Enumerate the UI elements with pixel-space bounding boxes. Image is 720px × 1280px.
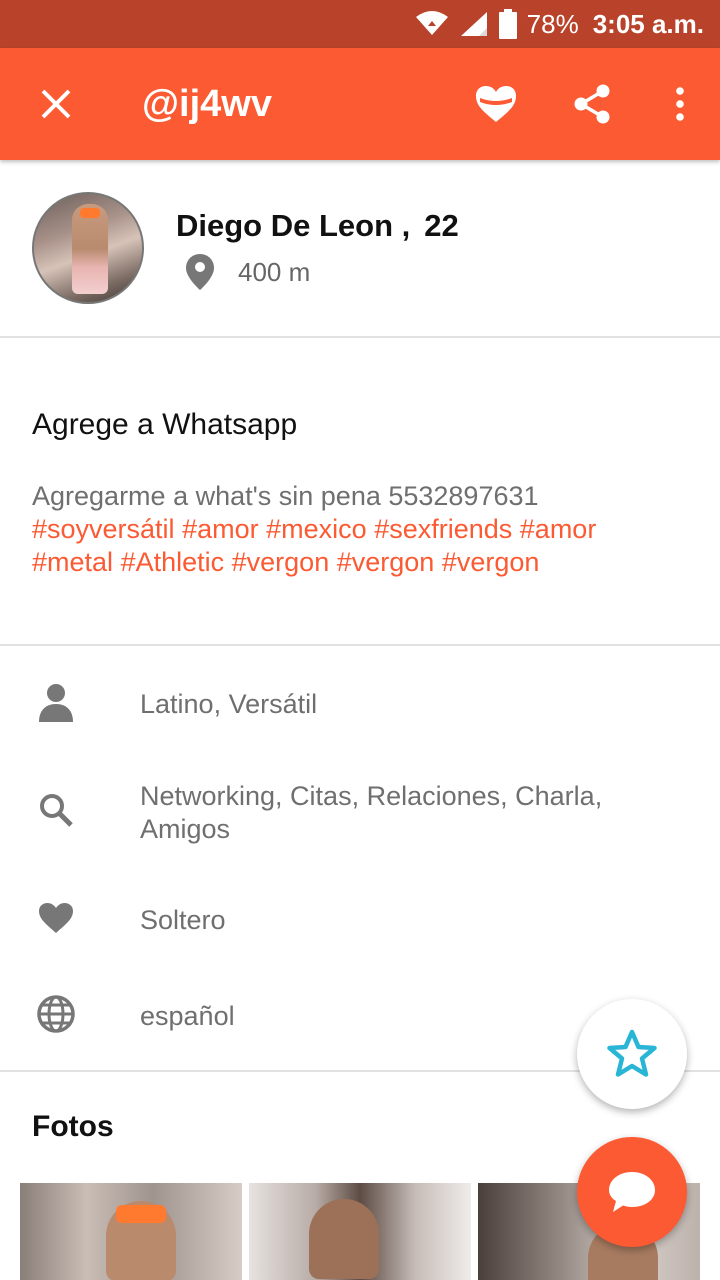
detail-relationship: Soltero: [140, 905, 226, 935]
hashtag[interactable]: #sexfriends: [374, 514, 512, 544]
profile-name-line: Diego De Leon , 22: [176, 208, 459, 244]
more-options-button[interactable]: [640, 48, 720, 160]
bio-section: Agrege a Whatsapp Agregarme a what's sin…: [0, 338, 720, 646]
like-button[interactable]: [448, 48, 544, 160]
distance-value: 400 m: [238, 256, 311, 287]
battery-icon: [498, 9, 517, 39]
more-vert-icon: [676, 87, 684, 121]
hashtag[interactable]: #metal: [32, 547, 113, 577]
clock: 3:05 a.m.: [592, 8, 704, 39]
avatar-filter: [80, 208, 100, 218]
hashtag[interactable]: #amor: [182, 514, 259, 544]
page-title: @ij4wv: [142, 82, 272, 125]
profile-header: Diego De Leon , 22 400 m: [0, 160, 720, 338]
close-button[interactable]: [0, 48, 112, 160]
chat-button[interactable]: [577, 1137, 687, 1247]
detail-identity: Latino, Versátil: [140, 689, 318, 719]
hashtag[interactable]: #vergon: [232, 547, 330, 577]
star-icon: [607, 1029, 657, 1077]
detail-looking-for: Networking, Citas, Relaciones, Charla, A…: [140, 781, 603, 844]
location-pin-icon: [186, 254, 214, 290]
status-bar: 78% 3:05 a.m.: [0, 0, 720, 48]
bio-text: Agregarme a what's sin pena 5532897631 #…: [32, 480, 672, 579]
bio-body: Agregarme a what's sin pena 5532897631: [32, 481, 539, 511]
photo-thumbnail[interactable]: [20, 1183, 242, 1280]
photo-thumbnail[interactable]: [249, 1183, 471, 1280]
distance-line: 400 m: [186, 254, 310, 290]
profile-age: 22: [424, 208, 459, 243]
heart-icon: [34, 896, 78, 940]
bio-title: Agrege a Whatsapp: [32, 408, 298, 441]
hashtag[interactable]: #Athletic: [121, 547, 225, 577]
globe-icon: [34, 992, 78, 1036]
battery-level: 78%: [526, 8, 579, 39]
avatar[interactable]: [32, 192, 144, 304]
share-icon: [574, 84, 610, 124]
toolbar: @ij4wv: [0, 48, 720, 160]
favorite-button[interactable]: [577, 999, 687, 1109]
hashtag[interactable]: #amor: [520, 514, 597, 544]
hashtag[interactable]: #soyversátil: [32, 514, 175, 544]
profile-name: Diego De Leon ,: [176, 208, 411, 243]
close-icon: [41, 89, 71, 119]
hashtag[interactable]: #mexico: [266, 514, 367, 544]
hashtag[interactable]: #vergon: [337, 547, 435, 577]
photos-title: Fotos: [32, 1110, 114, 1143]
wifi-icon: [415, 11, 449, 37]
hashtag[interactable]: #vergon: [442, 547, 540, 577]
search-icon: [34, 788, 78, 832]
person-icon: [34, 680, 78, 724]
signal-icon: [459, 10, 489, 38]
heart-badge-icon: [476, 86, 516, 122]
share-button[interactable]: [544, 48, 640, 160]
chat-bubble-icon: [609, 1172, 655, 1212]
photo-filter: [116, 1205, 166, 1223]
photo-subject: [309, 1199, 379, 1279]
